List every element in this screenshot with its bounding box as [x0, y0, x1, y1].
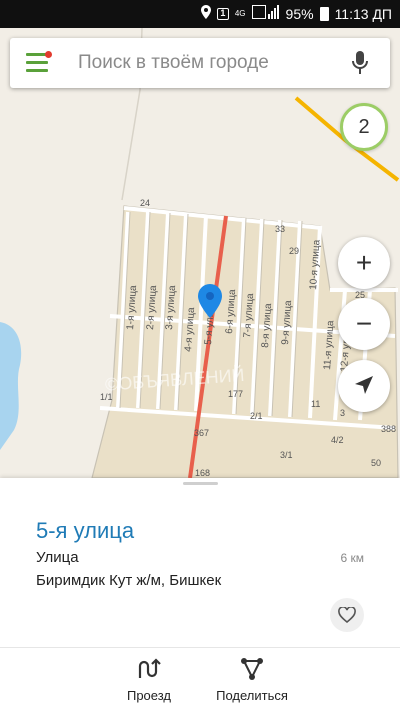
house-number: 24: [140, 198, 150, 208]
share-button[interactable]: Поделиться: [208, 656, 296, 703]
house-number: 168: [195, 468, 210, 478]
search-input[interactable]: [78, 49, 338, 77]
sim-icon: 1: [216, 7, 229, 20]
location-icon: [200, 5, 211, 22]
status-bar: 1 4G 95% 11:13 ДП: [0, 0, 400, 28]
place-address: Биримдик Кут ж/м, Бишкек: [36, 572, 222, 589]
my-location-button[interactable]: [338, 360, 390, 412]
clock: 11:13 ДП: [334, 5, 392, 22]
house-number: 29: [289, 246, 299, 256]
house-number: 3: [340, 408, 345, 418]
house-number: 388: [381, 424, 396, 434]
minus-icon: −: [355, 308, 373, 339]
network-type: 4G: [234, 8, 246, 18]
share-label: Поделиться: [216, 688, 288, 703]
signal-icon: [251, 5, 280, 22]
battery-icon: [319, 6, 329, 21]
battery-percent: 95%: [285, 5, 314, 22]
share-icon: [241, 658, 263, 680]
house-number: 11: [311, 399, 320, 409]
menu-icon[interactable]: [26, 51, 52, 73]
plus-icon: +: [355, 247, 373, 278]
route-label: Проезд: [126, 688, 171, 703]
heart-icon: [338, 607, 356, 623]
search-bar: [10, 38, 390, 88]
drag-handle[interactable]: [183, 482, 218, 485]
house-number: 367: [194, 428, 209, 438]
action-bar: Проезд Поделиться: [0, 647, 400, 711]
route-icon: [138, 658, 161, 678]
house-number: 4/2: [331, 435, 344, 445]
place-title: 5-я улица: [36, 518, 135, 543]
microphone-icon[interactable]: [352, 51, 368, 75]
zoom-in-button[interactable]: +: [338, 237, 390, 289]
navigation-arrow-icon: [354, 370, 374, 402]
layers-count-badge[interactable]: 2: [340, 103, 388, 151]
place-distance: 6 км: [340, 551, 364, 565]
water-area: [0, 322, 22, 450]
house-number: 2/1: [250, 411, 263, 421]
zoom-out-button[interactable]: −: [338, 298, 390, 350]
house-number: 177: [228, 389, 243, 399]
house-number: 3/1: [280, 450, 293, 460]
notification-dot: [45, 51, 52, 58]
route-button[interactable]: Проезд: [118, 656, 180, 703]
house-number: 50: [371, 458, 381, 468]
favorite-button[interactable]: [330, 598, 364, 632]
house-number: 33: [275, 224, 285, 234]
place-type: Улица: [36, 549, 79, 566]
